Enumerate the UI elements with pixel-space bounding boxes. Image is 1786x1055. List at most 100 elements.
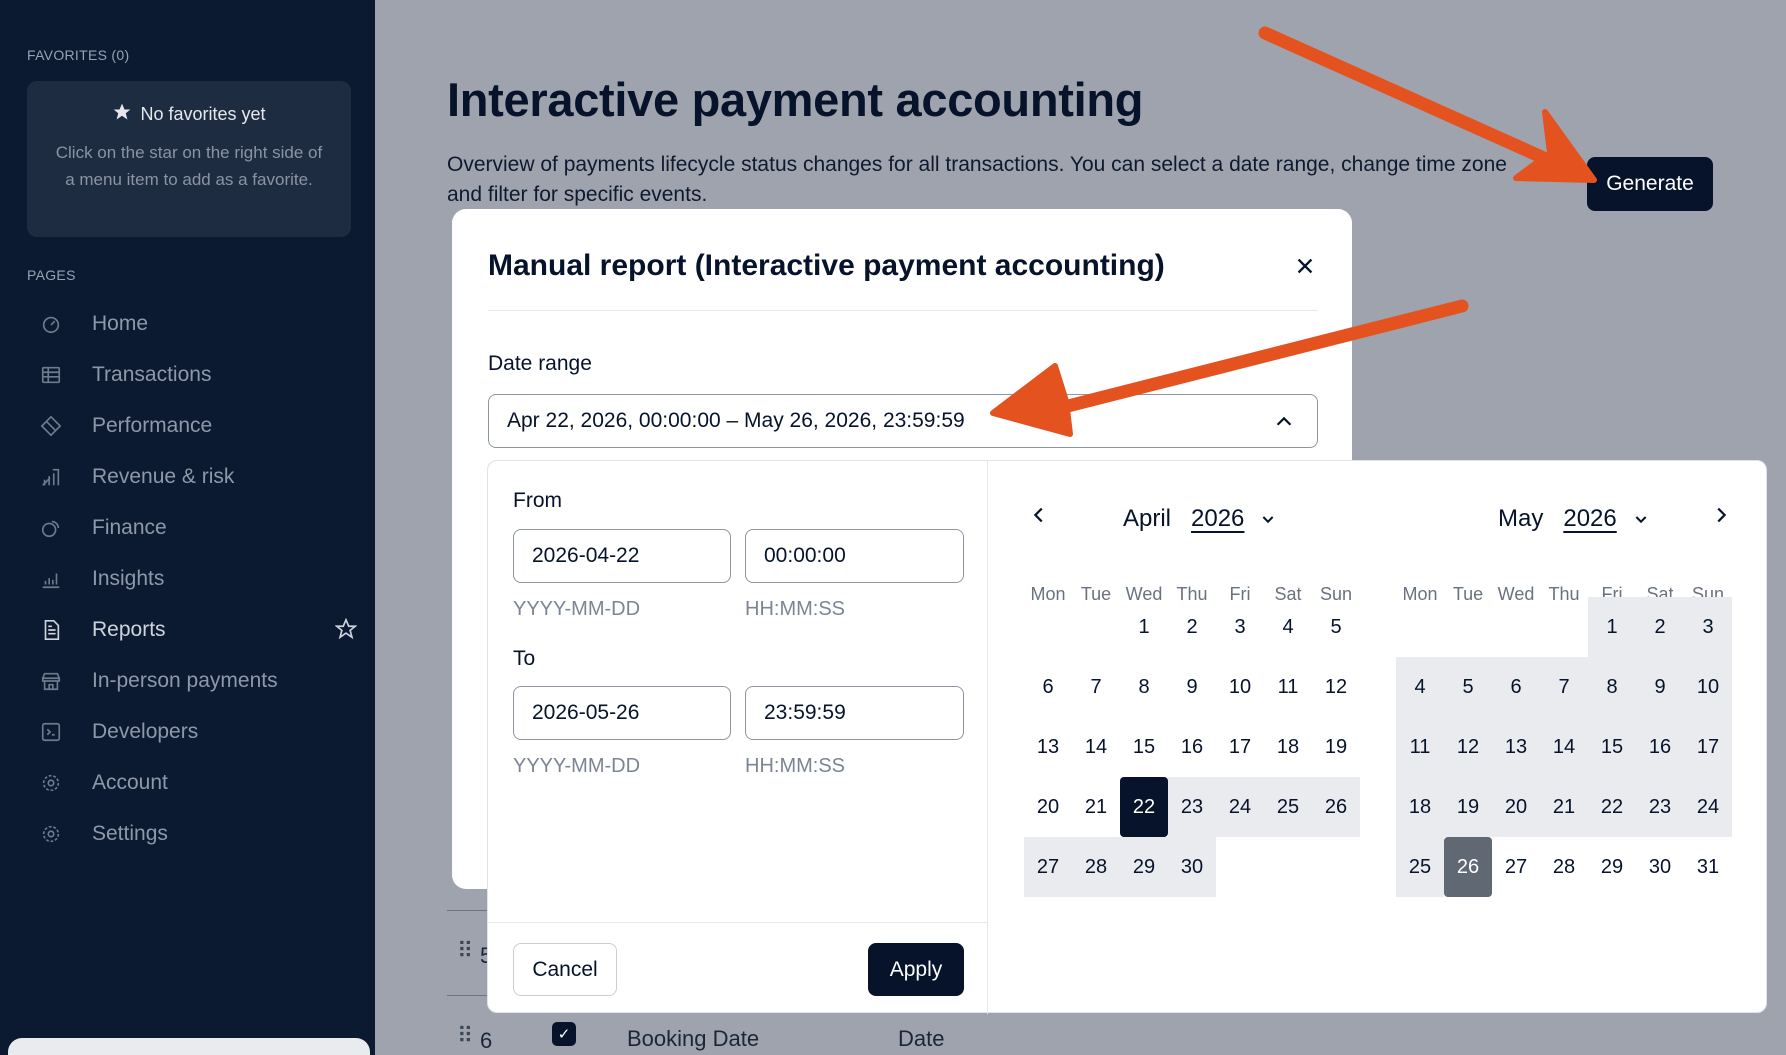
calendar-day[interactable]: 4 [1264, 597, 1312, 657]
sidebar-bottom-panel[interactable] [8, 1038, 370, 1055]
calendar-day[interactable]: 24 [1216, 777, 1264, 837]
calendar-day[interactable]: 18 [1264, 717, 1312, 777]
calendar-day[interactable]: 26 [1312, 777, 1360, 837]
calendar-day[interactable]: 14 [1072, 717, 1120, 777]
date-range-label: Date range [488, 352, 592, 375]
chevron-down-icon[interactable] [1260, 511, 1276, 527]
calendar-day[interactable]: 23 [1636, 777, 1684, 837]
calendar-day[interactable]: 17 [1684, 717, 1732, 777]
calendar-day[interactable]: 21 [1072, 777, 1120, 837]
calendar-day[interactable]: 15 [1588, 717, 1636, 777]
calendar-day[interactable]: 29 [1120, 837, 1168, 897]
sidebar-item-settings[interactable]: Settings [27, 812, 357, 856]
calendar-day[interactable]: 23 [1168, 777, 1216, 837]
calendar-day[interactable]: 13 [1024, 717, 1072, 777]
calendar-day[interactable]: 2 [1168, 597, 1216, 657]
home-icon [39, 312, 63, 336]
year-select[interactable]: 2026 [1563, 505, 1616, 533]
calendar-day[interactable]: 17 [1216, 717, 1264, 777]
calendar-day[interactable]: 4 [1396, 657, 1444, 717]
calendar-day[interactable]: 29 [1588, 837, 1636, 897]
sidebar-item-performance[interactable]: Performance [27, 404, 357, 448]
calendar-day[interactable]: 12 [1444, 717, 1492, 777]
row-checkbox[interactable]: ✓ [552, 1022, 576, 1046]
calendar-day[interactable]: 19 [1312, 717, 1360, 777]
sidebar-item-developers[interactable]: Developers [27, 710, 357, 754]
sidebar-item-label: Settings [92, 822, 168, 845]
drag-handle-icon[interactable]: ⠿ [457, 1023, 473, 1049]
calendar-day[interactable]: 13 [1492, 717, 1540, 777]
chevron-down-icon[interactable] [1633, 511, 1649, 527]
calendar-day[interactable]: 7 [1072, 657, 1120, 717]
sidebar-item-revenue-risk[interactable]: Revenue & risk [27, 455, 357, 499]
date-range-select[interactable]: Apr 22, 2026, 00:00:00 – May 26, 2026, 2… [488, 394, 1318, 448]
calendar-day[interactable]: 11 [1264, 657, 1312, 717]
weekday-label: Wed [1497, 584, 1535, 604]
to-time-input[interactable]: 23:59:59 [745, 686, 964, 740]
calendar-day[interactable]: 12 [1312, 657, 1360, 717]
calendar-day[interactable]: 25 [1396, 837, 1444, 897]
to-time-hint: HH:MM:SS [745, 755, 845, 777]
from-time-input[interactable]: 00:00:00 [745, 529, 964, 583]
calendar-day[interactable]: 5 [1444, 657, 1492, 717]
calendar-day[interactable]: 26 [1444, 837, 1492, 897]
calendar-day[interactable]: 1 [1588, 597, 1636, 657]
calendar-day[interactable]: 19 [1444, 777, 1492, 837]
calendar-day[interactable]: 21 [1540, 777, 1588, 837]
calendar-day[interactable]: 8 [1120, 657, 1168, 717]
calendar-day[interactable]: 22 [1588, 777, 1636, 837]
calendar-day[interactable]: 6 [1492, 657, 1540, 717]
calendar-day[interactable]: 30 [1636, 837, 1684, 897]
calendar-day[interactable]: 2 [1636, 597, 1684, 657]
calendar-day[interactable]: 8 [1588, 657, 1636, 717]
calendar-day[interactable]: 28 [1540, 837, 1588, 897]
calendar-day[interactable]: 16 [1636, 717, 1684, 777]
apply-button[interactable]: Apply [868, 943, 964, 996]
calendar-day[interactable]: 11 [1396, 717, 1444, 777]
to-date-input[interactable]: 2026-05-26 [513, 686, 731, 740]
calendar-day[interactable]: 14 [1540, 717, 1588, 777]
sidebar-item-account[interactable]: Account [27, 761, 357, 805]
chevron-left-icon[interactable] [1028, 504, 1050, 531]
drag-handle-icon[interactable]: ⠿ [457, 938, 473, 964]
calendar-day[interactable]: 18 [1396, 777, 1444, 837]
sidebar-item-finance[interactable]: Finance [27, 506, 357, 550]
calendar-day[interactable]: 6 [1024, 657, 1072, 717]
sidebar-item-home[interactable]: Home [27, 302, 357, 346]
calendar-day[interactable]: 20 [1492, 777, 1540, 837]
row-field-name: Booking Date [627, 1026, 760, 1051]
calendar-day[interactable]: 3 [1684, 597, 1732, 657]
sidebar-item-reports[interactable]: Reports [27, 608, 358, 652]
calendar-day[interactable]: 22 [1120, 777, 1168, 837]
calendar-day[interactable]: 9 [1168, 657, 1216, 717]
calendar-day[interactable]: 27 [1024, 837, 1072, 897]
chevron-right-icon[interactable] [1710, 504, 1732, 531]
may-month-header: May 2026 [1498, 505, 1649, 533]
calendar-day[interactable]: 27 [1492, 837, 1540, 897]
calendar-day[interactable]: 1 [1120, 597, 1168, 657]
close-icon[interactable] [1290, 251, 1320, 281]
year-select[interactable]: 2026 [1191, 505, 1244, 533]
calendar-day[interactable]: 15 [1120, 717, 1168, 777]
from-date-input[interactable]: 2026-04-22 [513, 529, 731, 583]
sidebar-item-in-person-payments[interactable]: In-person payments [27, 659, 357, 703]
calendar-day[interactable]: 28 [1072, 837, 1120, 897]
cancel-button[interactable]: Cancel [513, 943, 617, 996]
calendar-day[interactable]: 10 [1684, 657, 1732, 717]
sidebar-item-transactions[interactable]: Transactions [27, 353, 357, 397]
calendar-day[interactable]: 3 [1216, 597, 1264, 657]
calendar-day[interactable]: 25 [1264, 777, 1312, 837]
calendar-day[interactable]: 9 [1636, 657, 1684, 717]
generate-button[interactable]: Generate [1587, 157, 1713, 211]
sidebar-item-label: Insights [92, 567, 165, 590]
calendar-day[interactable]: 5 [1312, 597, 1360, 657]
calendar-day[interactable]: 31 [1684, 837, 1732, 897]
calendar-day[interactable]: 30 [1168, 837, 1216, 897]
sidebar-item-insights[interactable]: Insights [27, 557, 357, 601]
calendar-day[interactable]: 10 [1216, 657, 1264, 717]
calendar-day[interactable]: 16 [1168, 717, 1216, 777]
calendar-day[interactable]: 24 [1684, 777, 1732, 837]
favorite-star-icon[interactable] [334, 617, 358, 645]
calendar-day[interactable]: 20 [1024, 777, 1072, 837]
calendar-day[interactable]: 7 [1540, 657, 1588, 717]
